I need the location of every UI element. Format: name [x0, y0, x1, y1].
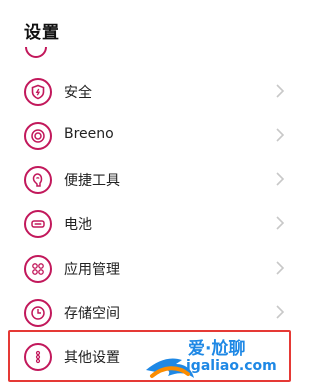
chevron-right-icon	[276, 84, 285, 98]
settings-item-app-management[interactable]: 应用管理	[0, 247, 303, 291]
settings-item-label: 电池	[64, 217, 92, 233]
settings-item-label: 存储空间	[64, 306, 120, 322]
settings-item-storage[interactable]: 存储空间	[0, 291, 303, 335]
chevron-right-icon	[276, 128, 285, 142]
settings-item-label: 安全	[64, 85, 92, 101]
page-title-overlay: 设置	[24, 23, 60, 43]
settings-item-tools[interactable]: 便捷工具	[0, 158, 303, 202]
apps-grid-icon	[24, 255, 52, 283]
settings-item-battery[interactable]: 电池	[0, 202, 303, 246]
chevron-right-icon	[276, 305, 285, 319]
settings-item-label: Breeno	[64, 126, 114, 142]
tool-icon	[24, 166, 52, 194]
chevron-right-icon	[276, 216, 285, 230]
battery-icon	[24, 210, 52, 238]
breeno-icon	[24, 122, 52, 150]
watermark-url: igaliao.com	[186, 358, 277, 374]
shield-icon	[24, 78, 52, 106]
settings-item-security[interactable]: 安全	[0, 70, 303, 114]
settings-item-breeno[interactable]: Breeno	[0, 114, 303, 158]
watermark-text: 爱·尬聊	[188, 339, 246, 359]
storage-icon	[24, 299, 52, 327]
settings-item-label: 应用管理	[64, 262, 120, 278]
chevron-right-icon	[276, 261, 285, 275]
settings-item-label: 便捷工具	[64, 173, 120, 189]
chevron-right-icon	[276, 172, 285, 186]
